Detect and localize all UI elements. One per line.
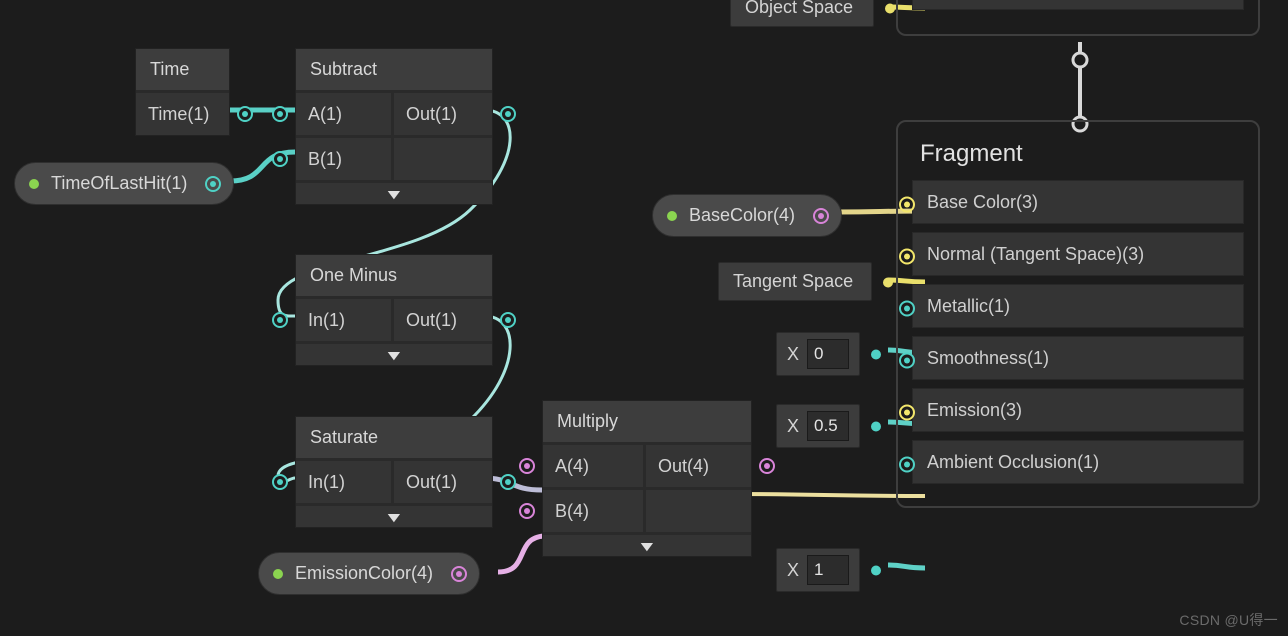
object-space-text: Object Space [745,0,853,18]
property-dot [667,211,677,221]
node-saturate[interactable]: Saturate In(1) Out(1) [295,416,493,528]
port-time-out[interactable] [237,106,253,122]
multiply-a-label: A(4) [555,456,589,477]
port-ao-out[interactable] [871,566,881,576]
node-time[interactable]: Time Time(1) [135,48,230,136]
chevron-down-icon [387,509,401,525]
node-subtract-title: Subtract [296,49,492,90]
pill-base-color[interactable]: BaseColor(4) [652,194,842,237]
port-oneminus-out[interactable] [500,312,516,328]
smoothness-field[interactable]: X [776,404,860,448]
port-smoothness-out[interactable] [871,422,881,432]
pill-emission-color[interactable]: EmissionColor(4) [258,552,480,595]
multiply-expand[interactable] [543,532,751,556]
port-tangent-space-out[interactable] [883,277,893,287]
tangent-space-text: Tangent Space [733,271,853,292]
smoothness-input[interactable] [807,411,849,441]
object-space-label[interactable]: Object Space [730,0,874,27]
saturate-out-label: Out(1) [406,472,457,493]
chevron-down-icon [640,538,654,554]
frag-smoothness-label: Smoothness(1) [927,348,1049,369]
vertex-group-clipped: Tangent(3) [896,0,1260,36]
node-multiply-title: Multiply [543,401,751,442]
pill-emission-label: EmissionColor(4) [295,563,433,584]
ao-input[interactable] [807,555,849,585]
port-multiply-out[interactable] [759,458,775,474]
node-saturate-title: Saturate [296,417,492,458]
x-label: X [787,416,799,437]
tangent-space-label[interactable]: Tangent Space [718,262,872,301]
node-oneminus-title: One Minus [296,255,492,296]
frag-metallic-label: Metallic(1) [927,296,1010,317]
x-label: X [787,560,799,581]
port-tolh-out[interactable] [205,176,221,192]
node-subtract[interactable]: Subtract A(1) Out(1) B(1) [295,48,493,205]
frag-row-metallic[interactable]: Metallic(1) [912,284,1244,328]
port-frag-normal[interactable] [899,249,915,265]
pill-time-of-last-hit[interactable]: TimeOfLastHit(1) [14,162,234,205]
oneminus-out-label: Out(1) [406,310,457,331]
frag-row-emission[interactable]: Emission(3) [912,388,1244,432]
fragment-group[interactable]: Fragment Base Color(3) Normal (Tangent S… [896,120,1260,508]
metallic-field[interactable]: X [776,332,860,376]
frag-basecolor-label: Base Color(3) [927,192,1038,213]
frag-row-ao[interactable]: Ambient Occlusion(1) [912,440,1244,484]
frag-emission-label: Emission(3) [927,400,1022,421]
fragment-title: Fragment [912,136,1244,180]
port-oneminus-in[interactable] [272,312,288,328]
frag-row-normal[interactable]: Normal (Tangent Space)(3) [912,232,1244,276]
subtract-b-label: B(1) [308,149,342,170]
subtract-out-label: Out(1) [406,104,457,125]
saturate-in-label: In(1) [308,472,345,493]
oneminus-in-label: In(1) [308,310,345,331]
multiply-out-label: Out(4) [658,456,709,477]
port-saturate-out[interactable] [500,474,516,490]
multiply-b-label: B(4) [555,501,589,522]
x-label: X [787,344,799,365]
property-dot [273,569,283,579]
port-saturate-in[interactable] [272,474,288,490]
port-subtract-a[interactable] [272,106,288,122]
property-dot [29,179,39,189]
port-subtract-b[interactable] [272,151,288,167]
pill-tolh-label: TimeOfLastHit(1) [51,173,187,194]
port-frag-smoothness[interactable] [899,353,915,369]
port-frag-basecolor[interactable] [899,197,915,213]
time-out-label: Time(1) [148,104,209,125]
port-metallic-out[interactable] [871,350,881,360]
port-frag-ao[interactable] [899,457,915,473]
frag-row-basecolor[interactable]: Base Color(3) [912,180,1244,224]
saturate-expand[interactable] [296,503,492,527]
port-frag-metallic[interactable] [899,301,915,317]
port-multiply-b[interactable] [519,503,535,519]
frag-row-smoothness[interactable]: Smoothness(1) [912,336,1244,380]
node-multiply[interactable]: Multiply A(4) Out(4) B(4) [542,400,752,557]
frag-normal-label: Normal (Tangent Space)(3) [927,244,1144,265]
port-subtract-out[interactable] [500,106,516,122]
watermark: CSDN @U得一 [1179,610,1278,630]
port-frag-emission[interactable] [899,405,915,421]
port-multiply-a[interactable] [519,458,535,474]
subtract-expand[interactable] [296,180,492,204]
chevron-down-icon [387,186,401,202]
node-one-minus[interactable]: One Minus In(1) Out(1) [295,254,493,366]
ao-field[interactable]: X [776,548,860,592]
node-time-title: Time [136,49,229,90]
frag-ao-label: Ambient Occlusion(1) [927,452,1099,473]
chevron-down-icon [387,347,401,363]
port-basecolor-out[interactable] [813,208,829,224]
subtract-a-label: A(1) [308,104,342,125]
port-emission-out[interactable] [451,566,467,582]
port-object-space-out[interactable] [885,3,895,13]
metallic-input[interactable] [807,339,849,369]
oneminus-expand[interactable] [296,341,492,365]
pill-basecolor-label: BaseColor(4) [689,205,795,226]
